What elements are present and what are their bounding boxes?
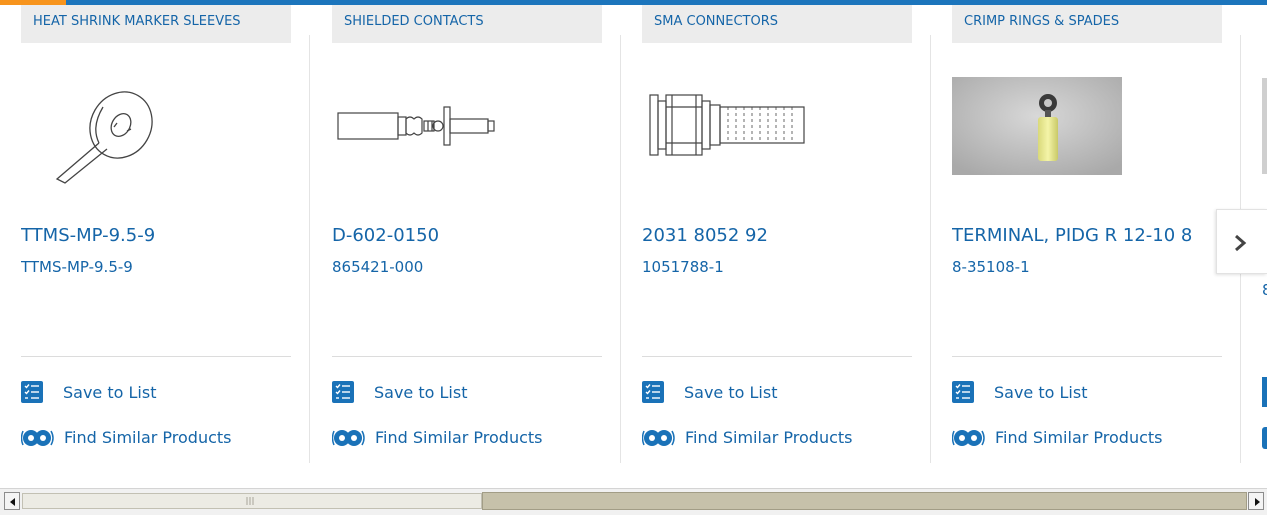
find-similar-label: Find Similar Products — [64, 427, 232, 447]
chevron-right-icon — [1235, 234, 1247, 252]
product-title-link[interactable]: 2031 8052 92 — [642, 225, 912, 246]
arrow-left-icon — [10, 498, 15, 506]
product-title-link[interactable]: TTMS-MP-9.5-9 — [21, 225, 291, 246]
product-card: SMA CONNECTORS 2031 8052 92 1051788-1 Sa… — [621, 5, 931, 463]
arrow-right-icon — [1255, 498, 1260, 506]
product-card: SHIELDED CONTACTS D-602-0150 865421-000 — [311, 5, 621, 463]
find-similar-label: Find Similar Products — [685, 427, 853, 447]
save-to-list-button[interactable]: Save to List — [952, 380, 1087, 404]
save-to-list-label: Save to List — [994, 382, 1088, 402]
save-to-list-label: Save to List — [684, 382, 778, 402]
shielded-contact-image[interactable] — [332, 67, 532, 187]
heat-shrink-roll-image[interactable] — [21, 67, 221, 187]
checklist-icon — [642, 381, 664, 403]
part-number-link[interactable]: 8-35108-1 — [952, 258, 1222, 276]
product-card: CRIMP RINGS & SPADES TERMINAL, PIDG R 12… — [931, 5, 1241, 463]
save-to-list-label: Save to List — [374, 382, 468, 402]
checklist-icon — [21, 381, 43, 403]
carousel-next-button[interactable] — [1216, 209, 1267, 274]
product-card: HEAT SHRINK MARKER SLEEVES TTMS-MP-9.5-9… — [0, 5, 310, 463]
horizontal-scrollbar[interactable] — [0, 488, 1267, 515]
card-separator — [309, 35, 310, 463]
find-similar-label: Find Similar Products — [995, 427, 1163, 447]
ring-terminal-photo[interactable] — [952, 77, 1122, 175]
scroll-track[interactable] — [22, 493, 482, 509]
find-similar-label: Find Similar Products — [375, 427, 543, 447]
partial-part-number[interactable]: 8 — [1262, 281, 1267, 299]
card-divider — [21, 356, 291, 357]
find-similar-button[interactable]: Find Similar Products — [20, 425, 232, 449]
binoculars-icon — [951, 425, 994, 449]
save-to-list-label: Save to List — [63, 382, 157, 402]
binoculars-icon — [331, 425, 374, 449]
category-tab[interactable]: HEAT SHRINK MARKER SLEEVES — [21, 5, 291, 43]
save-to-list-button[interactable]: Save to List — [332, 380, 467, 404]
scroll-right-button[interactable] — [1248, 492, 1264, 510]
binoculars-icon — [641, 425, 684, 449]
card-divider — [952, 356, 1222, 357]
scroll-left-button[interactable] — [4, 492, 20, 510]
card-divider — [332, 356, 602, 357]
binoculars-icon — [20, 425, 63, 449]
save-to-list-button[interactable]: Save to List — [642, 380, 777, 404]
partial-find-icon — [1262, 427, 1267, 449]
scroll-thumb[interactable] — [482, 492, 1247, 510]
product-title-link[interactable]: D-602-0150 — [332, 225, 602, 246]
product-carousel: HEAT SHRINK MARKER SLEEVES TTMS-MP-9.5-9… — [0, 5, 1267, 465]
partial-product-image — [1262, 78, 1267, 174]
checklist-icon — [332, 381, 354, 403]
part-number-link[interactable]: 865421-000 — [332, 258, 602, 276]
part-number-link[interactable]: 1051788-1 — [642, 258, 912, 276]
checklist-icon — [952, 381, 974, 403]
category-tab[interactable]: SMA CONNECTORS — [642, 5, 912, 43]
category-tab[interactable]: CRIMP RINGS & SPADES — [952, 5, 1222, 43]
part-number-link[interactable]: TTMS-MP-9.5-9 — [21, 258, 291, 276]
save-to-list-button[interactable]: Save to List — [21, 380, 156, 404]
find-similar-button[interactable]: Find Similar Products — [641, 425, 853, 449]
partial-save-icon — [1262, 377, 1267, 407]
scroll-grip-icon — [246, 497, 254, 505]
card-divider — [642, 356, 912, 357]
find-similar-button[interactable]: Find Similar Products — [331, 425, 543, 449]
category-tab[interactable]: SHIELDED CONTACTS — [332, 5, 602, 43]
sma-connector-image[interactable] — [642, 67, 842, 187]
product-title-link[interactable]: TERMINAL, PIDG R 12-10 8 — [952, 225, 1222, 246]
find-similar-button[interactable]: Find Similar Products — [951, 425, 1163, 449]
